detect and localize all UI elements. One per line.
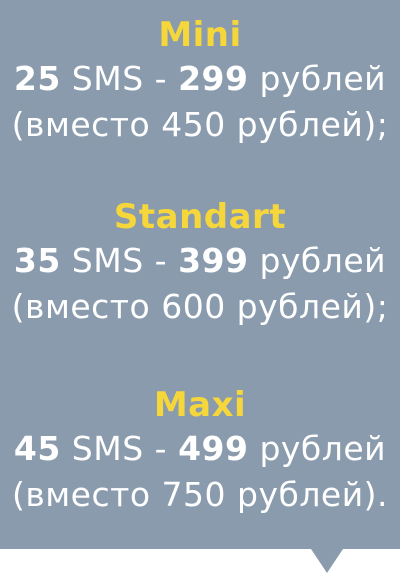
plan-price-line: 25 SMS - 299 рублей — [0, 56, 400, 102]
sms-count: 45 — [13, 429, 61, 468]
price-unit: рублей — [259, 241, 387, 280]
plan-standart: Standart 35 SMS - 399 рублей (вместо 600… — [0, 196, 400, 330]
plan-price: 299 — [178, 59, 249, 98]
speech-bubble-tail — [311, 549, 343, 573]
sms-label: SMS - — [71, 429, 168, 468]
price-unit: рублей — [259, 59, 387, 98]
plan-name: Standart — [113, 197, 287, 237]
sms-label: SMS - — [71, 241, 168, 280]
plan-price: 399 — [178, 241, 249, 280]
old-price-note: (вместо 450 рублей); — [11, 105, 389, 144]
old-price-note: (вместо 600 рублей); — [11, 287, 389, 326]
sms-count: 35 — [13, 241, 61, 280]
sms-count: 25 — [13, 59, 61, 98]
plan-name: Maxi — [153, 385, 247, 425]
old-price-note: (вместо 750 рублей). — [11, 475, 389, 514]
plan-price-line: 45 SMS - 499 рублей — [0, 426, 400, 472]
plan-price-line: 35 SMS - 399 рублей — [0, 238, 400, 284]
plan-name: Mini — [158, 15, 242, 55]
plan-maxi: Maxi 45 SMS - 499 рублей (вместо 750 руб… — [0, 384, 400, 518]
sms-label: SMS - — [71, 59, 168, 98]
plan-mini: Mini 25 SMS - 299 рублей (вместо 450 руб… — [0, 14, 400, 148]
speech-bubble: Mini 25 SMS - 299 рублей (вместо 450 руб… — [0, 0, 400, 549]
price-unit: рублей — [259, 429, 387, 468]
plan-price: 499 — [178, 429, 249, 468]
